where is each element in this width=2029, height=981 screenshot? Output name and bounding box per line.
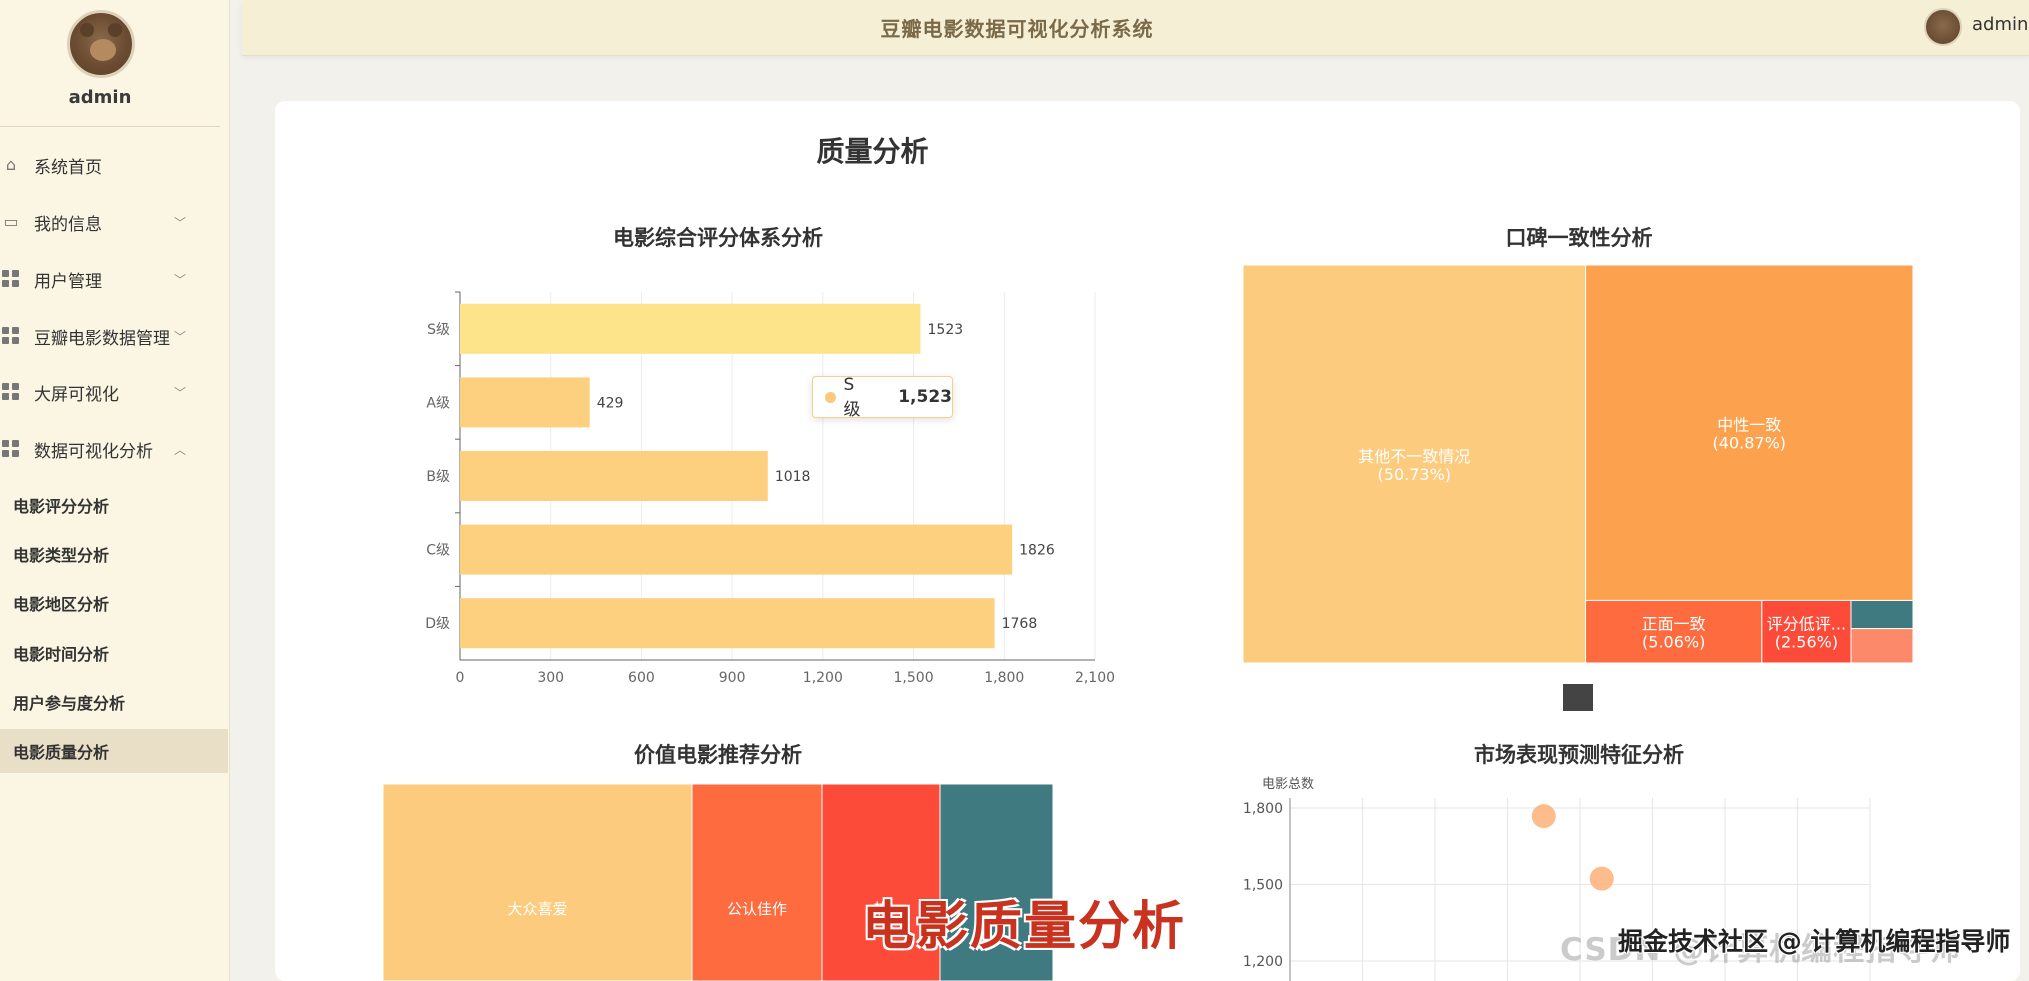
chevron-down-icon: ﹀ [173, 329, 186, 344]
treemap-label: 评分低评... [1767, 615, 1846, 634]
treemap-label: 正面一致 [1642, 615, 1706, 634]
scatter-point [1589, 866, 1614, 891]
avatar[interactable] [67, 10, 135, 78]
tooltip-label: S级 [843, 374, 861, 420]
y-tick-label: 1,800 [1243, 801, 1283, 817]
chevron-down-icon: ﹀ [173, 385, 186, 400]
y-tick-label: B级 [426, 469, 450, 485]
sidebar-item-movie-data[interactable]: 豆瓣电影数据管理 ﹀ [0, 316, 220, 356]
chart-tooltip: S级 1,523 [812, 374, 953, 420]
header: 豆瓣电影数据可视化分析系统 [242, 0, 2029, 56]
rating-chart-title: 电影综合评分体系分析 [613, 226, 823, 250]
y-tick-label: 1,500 [1243, 878, 1283, 894]
sidebar-subitem-region[interactable]: 电影地区分析 [0, 581, 228, 625]
y-axis-label: 电影总数 [1262, 777, 1314, 792]
sidebar-subitem-genre[interactable]: 电影类型分析 [0, 532, 228, 576]
x-tick-label: 0 [456, 670, 465, 686]
y-tick-label: A级 [426, 395, 450, 411]
treemap-percent: (50.73%) [1378, 465, 1452, 484]
treemap-label: 公认佳作 [727, 900, 787, 918]
video-caption: 电影质量分析 [862, 897, 1187, 957]
sidebar-item-big-screen[interactable]: 大屏可视化 ﹀ [0, 372, 220, 412]
watermark-juejin: 掘金技术社区 @ 计算机编程指导师 [1618, 927, 2011, 956]
sidebar-item-label: 数据可视化分析 [34, 441, 153, 462]
y-tick-label: S级 [427, 322, 450, 338]
header-username[interactable]: admin [1972, 14, 2028, 35]
bar [460, 598, 995, 649]
bar [460, 377, 590, 428]
sidebar-subitem-time[interactable]: 电影时间分析 [0, 631, 228, 675]
data-label: 1768 [1002, 616, 1038, 632]
x-tick-label: 300 [537, 670, 564, 686]
treemap-cell [1850, 628, 1913, 663]
y-tick-label: 1,200 [1243, 954, 1283, 970]
treemap-percent: (40.87%) [1713, 434, 1787, 453]
market-chart-title: 市场表现预测特征分析 [1474, 743, 1684, 767]
treemap-label: 其他不一致情况 [1358, 447, 1470, 466]
sidebar-item-label: 用户管理 [34, 271, 102, 292]
grid-icon [2, 327, 20, 345]
x-tick-label: 1,800 [984, 670, 1024, 686]
page-title: 质量分析 [816, 135, 929, 168]
sidebar-item-my-info[interactable]: ▭ 我的信息 ﹀ [0, 202, 220, 242]
rating-bar-chart[interactable]: 0 300 600 900 1,200 1,500 1,800 2,100 S级 1523 A级 42… [400, 280, 1140, 700]
treemap-cell [383, 784, 693, 981]
grid-icon [2, 270, 20, 288]
wom-treemap[interactable]: 其他不一致情况(50.73%) 中性一致(40.87%) 正面一致(5.06%) 评分… [1243, 265, 1913, 663]
data-label: 1826 [1019, 543, 1055, 559]
grid-icon [2, 383, 20, 401]
x-tick-label: 2,100 [1075, 670, 1115, 686]
x-tick-label: 1,500 [894, 670, 934, 686]
bar [460, 303, 921, 354]
sidebar-subitem-rating[interactable]: 电影评分分析 [0, 483, 228, 527]
y-tick-label: C级 [426, 543, 450, 559]
sidebar-item-label: 我的信息 [34, 214, 102, 235]
bar [460, 450, 768, 502]
sidebar-item-user-management[interactable]: 用户管理 ﹀ [0, 259, 220, 299]
data-label: 1523 [928, 322, 964, 338]
treemap-label: 中性一致 [1717, 416, 1781, 435]
sidebar-item-label: 大屏可视化 [34, 384, 119, 405]
wom-chart-title: 口碑一致性分析 [1505, 226, 1653, 250]
sidebar-subitem-quality[interactable]: 电影质量分析 [0, 729, 228, 773]
treemap-breadcrumb-icon[interactable] [1563, 684, 1593, 711]
sidebar-item-data-analysis[interactable]: 数据可视化分析 ︿ [0, 429, 220, 469]
tooltip-value: 1,523 [898, 387, 952, 407]
treemap-cell [1850, 599, 1913, 630]
treemap-label: 大众喜爱 [507, 900, 567, 918]
scatter-point [1531, 804, 1556, 829]
treemap-cell [691, 784, 823, 981]
data-label: 1018 [775, 469, 811, 485]
value-chart-title: 价值电影推荐分析 [634, 743, 802, 767]
grid-icon [2, 440, 20, 458]
card-icon: ▭ [3, 212, 19, 231]
bar [460, 524, 1013, 575]
app-title: 豆瓣电影数据可视化分析系统 [880, 17, 1154, 41]
x-tick-label: 600 [628, 670, 655, 686]
sidebar-item-label: 豆瓣电影数据管理 [34, 328, 170, 349]
chevron-down-icon: ﹀ [173, 215, 186, 230]
header-avatar[interactable] [1924, 8, 1962, 46]
sidebar-username: admin [68, 87, 132, 108]
x-tick-label: 900 [719, 670, 746, 686]
chevron-up-icon: ︿ [173, 442, 186, 457]
x-tick-label: 1,200 [803, 670, 843, 686]
data-label: 429 [597, 395, 624, 411]
y-tick-label: D级 [425, 616, 450, 632]
sidebar-subitem-engagement[interactable]: 用户参与度分析 [0, 680, 228, 724]
sidebar-divider [0, 126, 220, 127]
treemap-percent: (5.06%) [1642, 633, 1705, 652]
chevron-down-icon: ﹀ [173, 272, 186, 287]
treemap-percent: (2.56%) [1775, 633, 1838, 652]
tooltip-series-dot [825, 391, 836, 403]
